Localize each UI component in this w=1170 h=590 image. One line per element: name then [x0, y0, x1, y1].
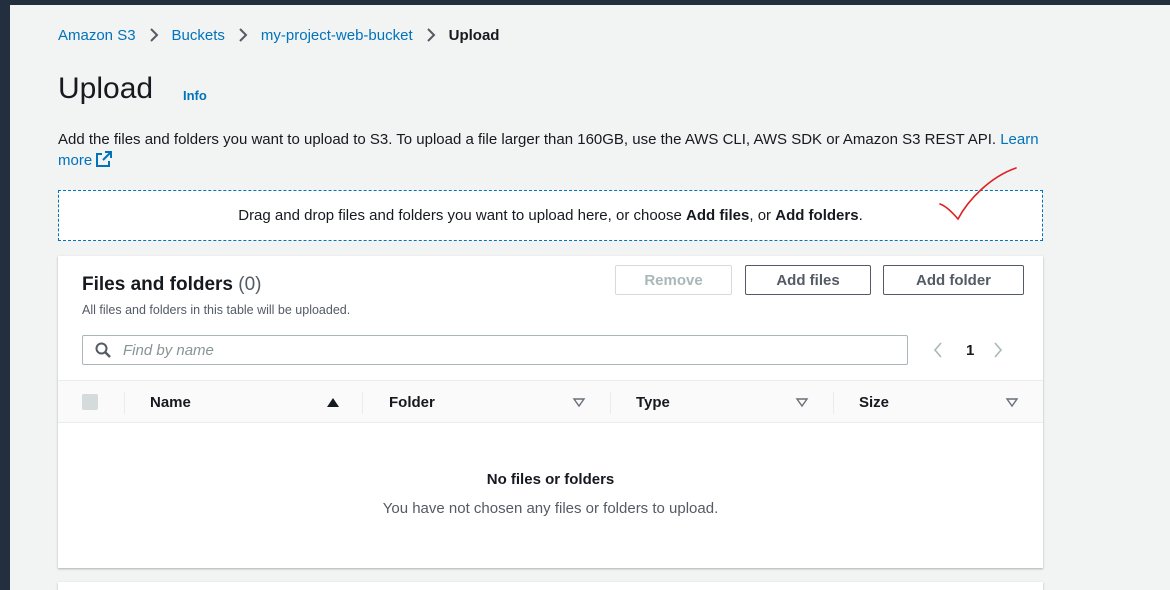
column-divider [124, 392, 125, 414]
page-number[interactable]: 1 [966, 342, 974, 359]
search-box [82, 335, 908, 365]
chevron-right-icon [425, 28, 437, 42]
chevron-right-icon [148, 28, 160, 42]
search-input[interactable] [123, 341, 883, 359]
sort-icon[interactable] [795, 396, 809, 408]
dropzone-add-files: Add files [686, 207, 750, 224]
column-divider [833, 392, 834, 414]
checkmark-annotation-icon [939, 167, 1017, 221]
dropzone-add-folders: Add folders [775, 207, 859, 224]
external-link-icon [96, 151, 113, 167]
sort-ascending-icon[interactable] [326, 396, 340, 408]
dropzone-prefix: Drag and drop files and folders you want… [238, 207, 682, 224]
chevron-right-icon [237, 28, 249, 42]
column-header-folder[interactable]: Folder [389, 381, 435, 424]
breadcrumb-current: Upload [448, 26, 500, 44]
next-panel [58, 582, 1043, 590]
breadcrumb-bucket[interactable]: my-project-web-bucket [261, 27, 413, 44]
window-left-border [0, 0, 10, 590]
panel-title-text: Files and folders [82, 274, 233, 295]
pagination: 1 [928, 338, 1008, 362]
dropzone-suffix: . [858, 207, 863, 224]
column-divider [610, 392, 611, 414]
panel-subtitle: All files and folders in this table will… [82, 303, 351, 317]
table-header: Name Folder Type Size [58, 380, 1043, 423]
panel-title: Files and folders (0) [82, 274, 262, 296]
column-header-name[interactable]: Name [150, 381, 191, 424]
page-title: Upload [58, 72, 154, 105]
search-icon [95, 342, 111, 358]
remove-button[interactable]: Remove [615, 265, 732, 295]
dropzone-middle: , or [749, 207, 772, 224]
page-description: Add the files and folders you want to up… [58, 129, 1058, 171]
sort-icon[interactable] [572, 396, 586, 408]
breadcrumb-amazon-s3[interactable]: Amazon S3 [58, 27, 136, 44]
panel-count: (0) [238, 274, 262, 295]
column-header-type[interactable]: Type [636, 381, 670, 424]
select-all-checkbox[interactable] [82, 394, 98, 410]
empty-state-message: You have not chosen any files or folders… [382, 500, 719, 517]
breadcrumb: Amazon S3 Buckets my-project-web-bucket … [58, 24, 499, 46]
description-text: Add the files and folders you want to up… [58, 131, 997, 148]
column-divider [362, 392, 363, 414]
sort-icon[interactable] [1005, 396, 1019, 408]
add-files-button[interactable]: Add files [745, 265, 871, 295]
breadcrumb-buckets[interactable]: Buckets [172, 27, 225, 44]
column-header-size[interactable]: Size [859, 381, 889, 424]
chevron-left-icon[interactable] [928, 338, 948, 362]
chevron-right-icon[interactable] [988, 338, 1008, 362]
add-folder-button[interactable]: Add folder [883, 265, 1024, 295]
window-top-border [0, 0, 1170, 5]
files-and-folders-panel: Files and folders (0) All files and fold… [58, 256, 1043, 568]
info-link[interactable]: Info [183, 88, 207, 103]
empty-state-title: No files or folders [486, 471, 615, 488]
upload-dropzone[interactable]: Drag and drop files and folders you want… [58, 190, 1043, 241]
